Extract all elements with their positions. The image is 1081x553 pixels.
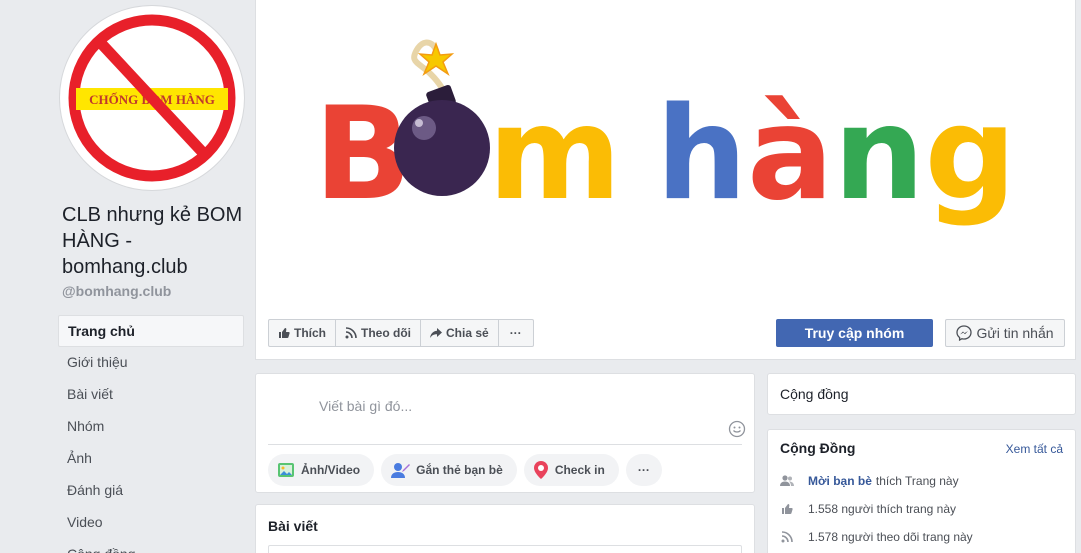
cover-artwork: B m hàng — [314, 39, 1016, 229]
cover-letter-m: m — [488, 80, 621, 229]
cover-word-hang: hàng — [656, 80, 1016, 229]
page-handle[interactable]: @bomhang.club — [62, 283, 171, 299]
bomb-icon — [394, 39, 490, 196]
cover-photo[interactable]: B m hàng — [255, 0, 1076, 312]
page-actions-group: Thích Theo dõi Chia sẻ ··· — [268, 319, 534, 347]
more-actions-button[interactable]: ··· — [499, 320, 533, 346]
check-in-button[interactable]: Check in — [523, 454, 619, 486]
composer-more-button[interactable]: ··· — [625, 454, 662, 486]
share-arrow-icon — [430, 328, 442, 338]
invite-friends-link[interactable]: Mời bạn bè — [808, 474, 872, 488]
tag-friends-label: Gắn thẻ bạn bè — [416, 463, 503, 477]
nav-item-groups[interactable]: Nhóm — [58, 411, 244, 443]
check-in-label: Check in — [554, 463, 605, 477]
share-button[interactable]: Chia sẻ — [421, 320, 499, 346]
community-small-label: Cộng đồng — [780, 386, 849, 402]
visit-group-button[interactable]: Truy cập nhóm — [776, 319, 933, 347]
nav-item-reviews[interactable]: Đánh giá — [58, 475, 244, 507]
page-title[interactable]: CLB nhưng kẻ BOM HÀNG - bomhang.club — [62, 202, 247, 280]
likes-row: 1.558 người thích trang này — [780, 502, 956, 516]
tag-friend-icon — [391, 463, 411, 478]
nav-item-home[interactable]: Trang chủ — [58, 315, 244, 347]
tag-friends-button[interactable]: Gắn thẻ bạn bè — [381, 454, 517, 486]
photo-icon — [278, 463, 294, 477]
follow-label: Theo dõi — [361, 326, 411, 340]
share-label: Chia sẻ — [446, 326, 489, 340]
like-button[interactable]: Thích — [269, 320, 336, 346]
left-column: CHỐNG BOM HÀNG CLB nhưng kẻ BOM HÀNG - b… — [0, 0, 255, 553]
like-label: Thích — [294, 326, 326, 340]
likes-count-text: 1.558 người thích trang này — [808, 502, 956, 516]
posts-heading: Bài viết — [268, 518, 318, 534]
composer-divider — [268, 444, 742, 445]
see-all-link[interactable]: Xem tất cả — [1006, 442, 1063, 456]
composer-actions: Ảnh/Video Gắn thẻ bạn bè Check in ··· — [268, 454, 669, 486]
invite-friends-text: thích Trang này — [875, 474, 959, 488]
cover-letter-h: h — [656, 80, 747, 229]
photo-video-label: Ảnh/Video — [301, 463, 361, 477]
nav-item-about[interactable]: Giới thiệu — [58, 347, 244, 379]
composer-input[interactable]: Viết bài gì đó... — [319, 398, 412, 414]
follow-button[interactable]: Theo dõi — [336, 320, 421, 346]
posts-section: Bài viết — [255, 504, 755, 553]
posts-filter-box[interactable] — [268, 545, 742, 553]
photo-video-button[interactable]: Ảnh/Video — [268, 454, 375, 486]
send-message-label: Gửi tin nhắn — [976, 325, 1054, 341]
page-action-bar: Thích Theo dõi Chia sẻ ··· Truy cập nhóm… — [255, 312, 1076, 360]
follows-count-text: 1.578 người theo dõi trang này — [808, 530, 973, 544]
nav-item-posts[interactable]: Bài viết — [58, 379, 244, 411]
nav-item-videos[interactable]: Video — [58, 507, 244, 539]
location-pin-icon — [533, 461, 548, 479]
thumbs-up-icon — [279, 328, 290, 338]
send-message-button[interactable]: Gửi tin nhắn — [945, 319, 1065, 347]
thumbs-up-icon — [782, 504, 793, 514]
rss-icon — [345, 327, 357, 339]
community-card-small[interactable]: Cộng đồng — [767, 373, 1076, 415]
messenger-icon — [956, 325, 973, 341]
post-composer: Viết bài gì đó... Ảnh/Video Gắn thẻ bạn … — [255, 373, 755, 493]
community-card: Cộng Đồng Xem tất cả Mời bạn bè thích Tr… — [767, 429, 1076, 553]
page-nav: Trang chủ Giới thiệu Bài viết Nhóm Ảnh Đ… — [58, 315, 244, 553]
follows-row: 1.578 người theo dõi trang này — [780, 530, 973, 544]
page-avatar[interactable]: CHỐNG BOM HÀNG — [60, 6, 244, 190]
people-icon — [780, 475, 794, 486]
nav-item-community[interactable]: Cộng đồng — [58, 539, 244, 553]
community-title: Cộng Đồng — [780, 440, 856, 456]
no-bomb-logo-icon: CHỐNG BOM HÀNG — [68, 14, 236, 182]
invite-friends-row: Mời bạn bè thích Trang này — [780, 474, 959, 488]
nav-item-photos[interactable]: Ảnh — [58, 443, 244, 475]
emoji-icon[interactable] — [728, 420, 746, 438]
rss-icon — [781, 531, 793, 543]
